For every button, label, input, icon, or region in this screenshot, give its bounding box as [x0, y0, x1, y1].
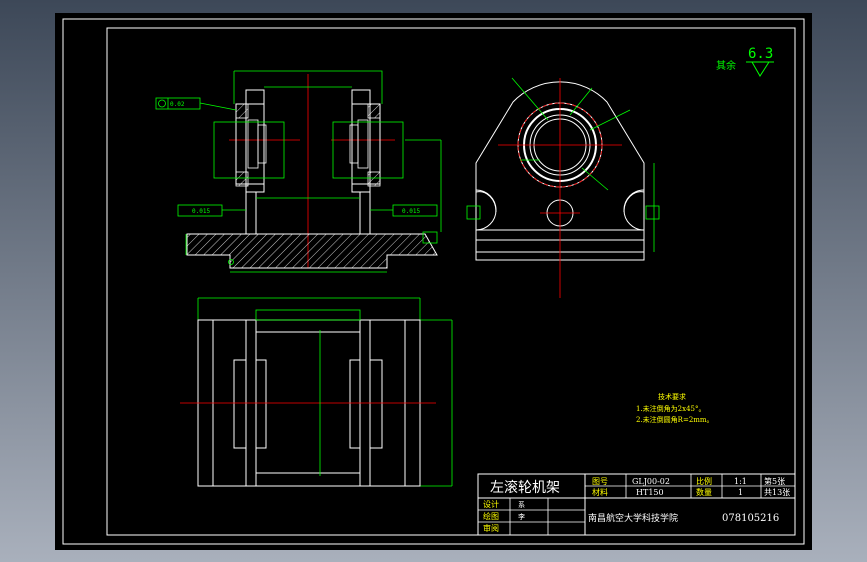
tolerance-frame-1: 0.02	[155, 97, 237, 111]
cad-viewport[interactable]: 其余 6.3 0.02 0.015 0.015 技术要求 1.未注倒角为2x45…	[55, 13, 812, 550]
qty-value: 1	[738, 488, 743, 497]
top-view	[180, 297, 453, 487]
tech-item-1: 1.未注倒角为2x45°。	[636, 404, 706, 413]
material-label: 材料	[592, 487, 608, 497]
front-view: 0.02 0.015 0.015	[155, 70, 442, 273]
total-sheets: 共13张	[764, 488, 790, 497]
tech-requirements: 技术要求 1.未注倒角为2x45°。 2.未注倒圆角R=2mm。	[636, 392, 714, 424]
reviewer-label: 审阅	[483, 523, 499, 533]
inner-border	[106, 27, 796, 536]
drafter-value: 李	[518, 512, 525, 521]
school-name: 南昌航空大学科技学院	[588, 512, 678, 524]
material-value: HT150	[636, 488, 664, 497]
tolerance-frame-2: 0.015	[177, 204, 246, 217]
roughness-value: 6.3	[748, 46, 773, 62]
roughness-label: 其余	[716, 59, 736, 72]
student-id: 078105216	[722, 513, 779, 524]
drawing-canvas: 其余 6.3 0.02 0.015 0.015 技术要求 1.未注倒角为2x45…	[62, 18, 805, 545]
tolerance-frame-3: 0.015	[370, 204, 438, 217]
drawing-no-label: 图号	[592, 477, 608, 486]
scale-value: 1:1	[734, 477, 747, 486]
tolerance-value-3: 0.015	[402, 208, 420, 215]
side-view	[466, 77, 660, 298]
tolerance-value-2: 0.015	[192, 208, 210, 215]
part-name: 左滚轮机架	[490, 479, 560, 496]
tolerance-value-1: 0.02	[170, 101, 185, 108]
qty-label: 数量	[696, 487, 712, 497]
designer-label: 设计	[483, 499, 499, 509]
tech-item-2: 2.未注倒圆角R=2mm。	[636, 415, 714, 424]
drawing-no: GLJ00-02	[632, 477, 670, 486]
sheet-number: 第5张	[764, 476, 785, 486]
designer-value: 系	[518, 500, 525, 509]
roughness-symbol: 其余 6.3	[716, 46, 774, 77]
tech-heading: 技术要求	[658, 392, 686, 401]
drafter-label: 绘图	[483, 511, 499, 521]
title-block: 左滚轮机架 图号 GLJ00-02 比例 1:1 第5张 材料 HT150 数量…	[477, 473, 796, 536]
scale-label: 比例	[696, 476, 712, 486]
